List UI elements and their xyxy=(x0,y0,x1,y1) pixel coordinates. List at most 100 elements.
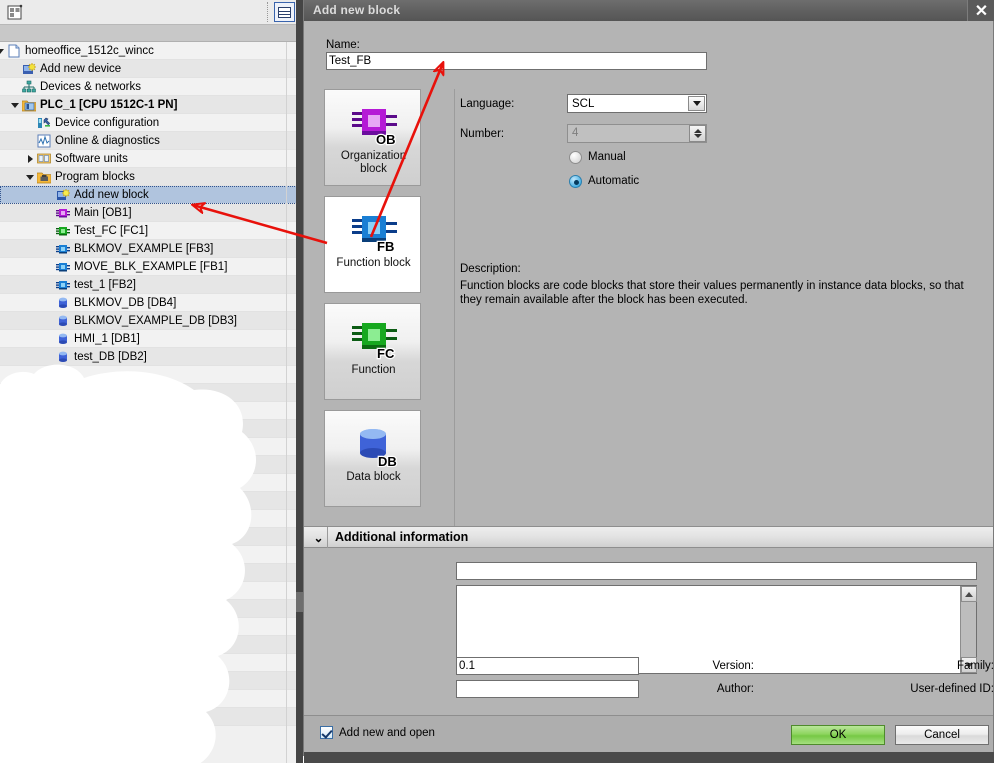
db-block-icon xyxy=(56,314,70,328)
chevron-down-icon[interactable]: ⌄ xyxy=(310,527,328,548)
sidebar-item-program-blocks[interactable]: Program blocks xyxy=(0,168,303,186)
tile-function[interactable]: FC Function xyxy=(324,303,421,400)
chevron-right-icon[interactable] xyxy=(24,150,36,168)
tree-empty-row xyxy=(0,546,303,564)
db-block-icon xyxy=(56,296,70,310)
tree-empty-row xyxy=(0,690,303,708)
devices-networks-icon xyxy=(22,80,36,94)
sidebar-item-blkmov-db-db4[interactable]: BLKMOV_DB [DB4] xyxy=(0,294,303,312)
project-tree-icon[interactable] xyxy=(6,3,25,22)
language-select[interactable]: SCL xyxy=(567,94,707,113)
spinner-arrows-icon[interactable] xyxy=(689,125,706,142)
name-input[interactable] xyxy=(326,52,707,70)
additional-information-header[interactable]: ⌄ Additional information xyxy=(304,526,993,548)
tree-empty-row xyxy=(0,366,303,384)
svg-text:FC: FC xyxy=(377,346,395,360)
project-tree-list: homeoffice_1512c_wincc Add new device Devi… xyxy=(0,42,303,763)
sidebar-item-add-new-block[interactable]: Add new block xyxy=(0,186,303,204)
dialog-footer: Add new and open OK Cancel xyxy=(304,715,993,752)
project-tree-toolbar xyxy=(0,0,303,25)
sidebar-item-label: Software units xyxy=(55,153,128,165)
radio-automatic[interactable]: Automatic xyxy=(569,173,639,189)
table-view-icon[interactable] xyxy=(274,2,295,22)
sidebar-item-blkmov-example-fb3[interactable]: BLKMOV_EXAMPLE [FB3] xyxy=(0,240,303,258)
number-stepper[interactable]: 4 xyxy=(567,124,707,143)
add-new-and-open-checkbox[interactable]: Add new and open xyxy=(320,726,435,739)
chevron-down-icon[interactable] xyxy=(9,96,21,114)
radio-manual[interactable]: Manual xyxy=(569,149,626,165)
sidebar-item-add-new-device[interactable]: Add new device xyxy=(0,60,303,78)
panel-resize-handle[interactable] xyxy=(296,592,303,612)
tree-empty-row xyxy=(0,528,303,546)
add-new-block-dialog: Add new block ✕ Name: Test_FB OB Organiz… xyxy=(303,0,994,763)
sidebar-item-test-fc-fc1[interactable]: Test_FC [FC1] xyxy=(0,222,303,240)
language-label: Language: xyxy=(460,98,515,110)
chevron-down-icon[interactable] xyxy=(0,42,6,60)
fc-block-icon: FC xyxy=(325,313,422,365)
block-type-tile-list: OB Organization block FB Function block … xyxy=(324,89,444,526)
sidebar-item-software-units[interactable]: Software units xyxy=(0,150,303,168)
db-block-icon xyxy=(56,350,70,364)
sidebar-item-plc-1-cpu-1512c-1-pn[interactable]: PLC_1 [CPU 1512C-1 PN] xyxy=(0,96,303,114)
sidebar-item-label: BLKMOV_EXAMPLE [FB3] xyxy=(74,243,214,255)
plc-folder-icon xyxy=(21,98,37,112)
svg-text:DB: DB xyxy=(378,454,397,467)
description-label: Description: xyxy=(460,263,521,275)
author-input[interactable] xyxy=(456,680,639,698)
close-icon[interactable]: ✕ xyxy=(967,0,994,21)
sidebar-item-label: MOVE_BLK_EXAMPLE [FB1] xyxy=(74,261,228,273)
radio-manual-indicator xyxy=(569,150,582,164)
cancel-button[interactable]: Cancel xyxy=(895,725,989,745)
ok-button[interactable]: OK xyxy=(791,725,885,745)
sidebar-item-homeoffice-1512c-wincc[interactable]: homeoffice_1512c_wincc xyxy=(0,42,303,60)
sidebar-item-label: HMI_1 [DB1] xyxy=(74,333,140,345)
tree-empty-row xyxy=(0,474,303,492)
tree-panel-right-edge[interactable] xyxy=(296,0,303,763)
sidebar-item-test-db-db2[interactable]: test_DB [DB2] xyxy=(0,348,303,366)
tile-function-label: Function xyxy=(351,364,396,376)
tree-empty-row xyxy=(0,618,303,636)
sidebar-item-label: Main [OB1] xyxy=(74,207,132,219)
sidebar-item-hmi-1-db1[interactable]: HMI_1 [DB1] xyxy=(0,330,303,348)
chevron-down-icon[interactable] xyxy=(688,96,705,111)
scroll-up-icon[interactable] xyxy=(961,586,977,602)
sidebar-item-label: test_1 [FB2] xyxy=(74,279,137,291)
toolbar-separator xyxy=(267,2,268,22)
sidebar-item-online-diagnostics[interactable]: Online & diagnostics xyxy=(0,132,303,150)
sidebar-item-move-blk-example-fb1[interactable]: MOVE_BLK_EXAMPLE [FB1] xyxy=(0,258,303,276)
family-label: Family: xyxy=(956,660,994,672)
tree-empty-row xyxy=(0,456,303,474)
title-input[interactable] xyxy=(456,562,977,580)
device-config-icon xyxy=(37,116,51,130)
project-tree-panel: homeoffice_1512c_wincc Add new device Devi… xyxy=(0,0,303,763)
tile-data-block[interactable]: DB Data block xyxy=(324,410,421,507)
tile-panel-divider xyxy=(454,89,455,529)
sidebar-item-label: Online & diagnostics xyxy=(55,135,160,147)
sidebar-item-label: Device configuration xyxy=(55,117,160,129)
dialog-titlebar: Add new block ✕ xyxy=(304,0,994,21)
tree-empty-row xyxy=(0,672,303,690)
radio-automatic-indicator xyxy=(569,174,582,188)
version-label: Version: xyxy=(712,660,754,672)
language-selected-value: SCL xyxy=(572,97,595,110)
tile-function-block[interactable]: FB Function block xyxy=(324,196,421,293)
tree-empty-row xyxy=(0,492,303,510)
sidebar-item-device-configuration[interactable]: Device configuration xyxy=(0,114,303,132)
sidebar-item-devices-networks[interactable]: Devices & networks xyxy=(0,78,303,96)
tree-empty-row xyxy=(0,582,303,600)
tile-function-block-label: Function block xyxy=(336,257,411,269)
tile-organization-block[interactable]: OB Organization block xyxy=(324,89,421,186)
sidebar-item-label: Test_FC [FC1] xyxy=(74,225,149,237)
sidebar-item-blkmov-example-db-db3[interactable]: BLKMOV_EXAMPLE_DB [DB3] xyxy=(0,312,303,330)
sidebar-item-label: BLKMOV_DB [DB4] xyxy=(74,297,177,309)
tree-empty-row xyxy=(0,438,303,456)
software-units-icon xyxy=(37,152,51,166)
sidebar-item-main-ob1[interactable]: Main [OB1] xyxy=(0,204,303,222)
fc-block-icon xyxy=(56,224,70,238)
chevron-down-icon[interactable] xyxy=(24,168,36,186)
add-new-and-open-label: Add new and open xyxy=(339,726,435,739)
sidebar-item-test-1-fb2[interactable]: test_1 [FB2] xyxy=(0,276,303,294)
version-input[interactable] xyxy=(456,657,639,675)
tree-empty-row xyxy=(0,600,303,618)
sidebar-item-label: PLC_1 [CPU 1512C-1 PN] xyxy=(40,99,178,111)
